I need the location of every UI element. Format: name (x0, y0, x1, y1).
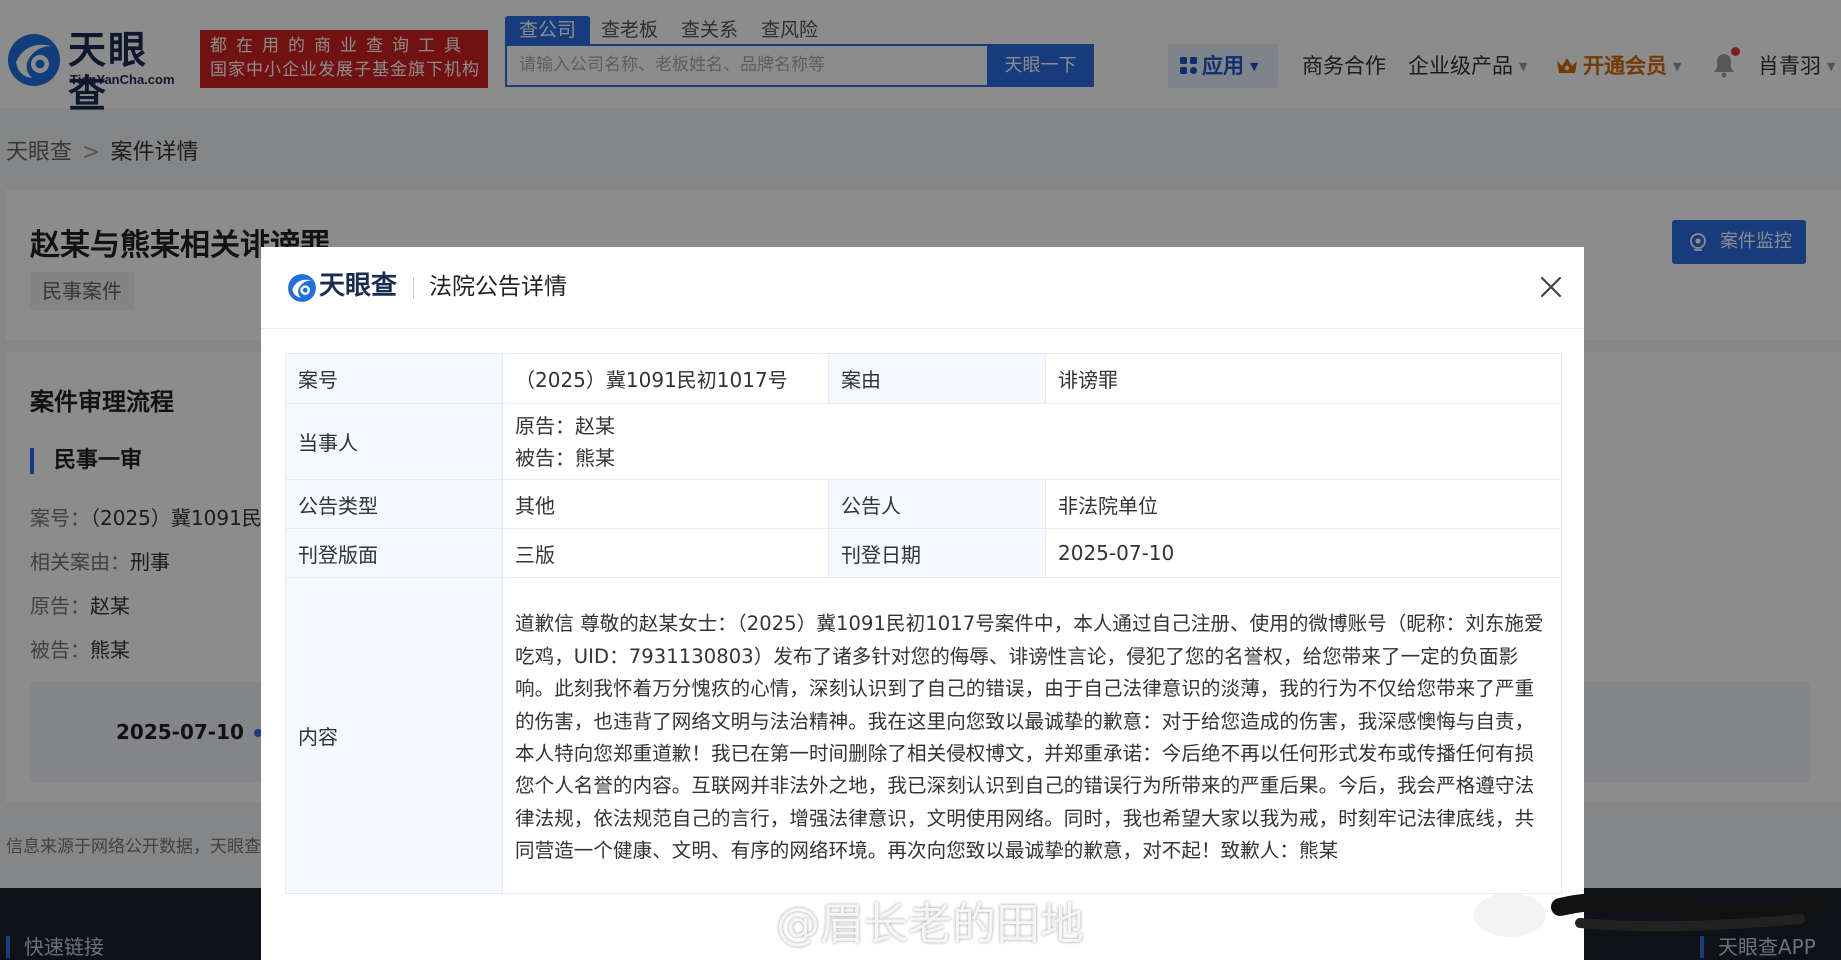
modal-title: 法院公告详情 (429, 274, 567, 300)
modal-header-divider (413, 277, 414, 299)
publish-date-label: 刊登日期 (828, 528, 1046, 578)
cause-value: 诽谤罪 (1045, 353, 1562, 404)
weibo-icon (722, 909, 766, 943)
party-label: 当事人 (285, 403, 503, 480)
publish-page-value: 三版 (502, 528, 829, 578)
plaintiff-value: 原告：赵某 (515, 413, 615, 438)
defendant-value: 被告：熊某 (515, 445, 615, 470)
case-no-label: 案号 (285, 353, 503, 404)
table-row: 刊登版面 三版 刊登日期 2025-07-10 (285, 528, 1562, 578)
tianyancha-logo-icon (288, 274, 316, 302)
publish-date-value: 2025-07-10 (1045, 528, 1562, 578)
announcement-type-value: 其他 (502, 479, 829, 529)
announcer-value: 非法院单位 (1045, 479, 1562, 529)
table-row: 当事人 原告：赵某 被告：熊某 (285, 403, 1562, 480)
weibo-watermark: @眉长老的田地 (720, 888, 1084, 952)
court-announcement-modal: 天眼查 法院公告详情 案号 （2025）冀1091民初1017号 案由 诽谤罪 … (261, 247, 1584, 960)
modal-header: 天眼查 法院公告详情 (261, 247, 1584, 329)
modal-logo-wordmark: 天眼查 (319, 271, 398, 301)
publish-page-label: 刊登版面 (285, 528, 503, 578)
table-row: 内容 道歉信 尊敬的赵某女士：（2025）冀1091民初1017号案件中，本人通… (285, 577, 1562, 894)
party-value: 原告：赵某 被告：熊某 (502, 403, 1562, 480)
cause-label: 案由 (828, 353, 1046, 404)
announcement-type-label: 公告类型 (285, 479, 503, 529)
announcer-label: 公告人 (828, 479, 1046, 529)
redaction-scribble (1474, 891, 1824, 937)
announcement-detail-table: 案号 （2025）冀1091民初1017号 案由 诽谤罪 当事人 原告：赵某 被… (285, 353, 1562, 894)
content-label: 内容 (285, 577, 503, 894)
table-row: 公告类型 其他 公告人 非法院单位 (285, 479, 1562, 529)
table-row: 案号 （2025）冀1091民初1017号 案由 诽谤罪 (285, 353, 1562, 404)
close-icon[interactable] (1537, 273, 1565, 301)
announcement-content: 道歉信 尊敬的赵某女士：（2025）冀1091民初1017号案件中，本人通过自己… (502, 577, 1562, 894)
case-no-value: （2025）冀1091民初1017号 (502, 353, 829, 404)
watermark-text: @眉长老的田地 (776, 899, 1084, 950)
